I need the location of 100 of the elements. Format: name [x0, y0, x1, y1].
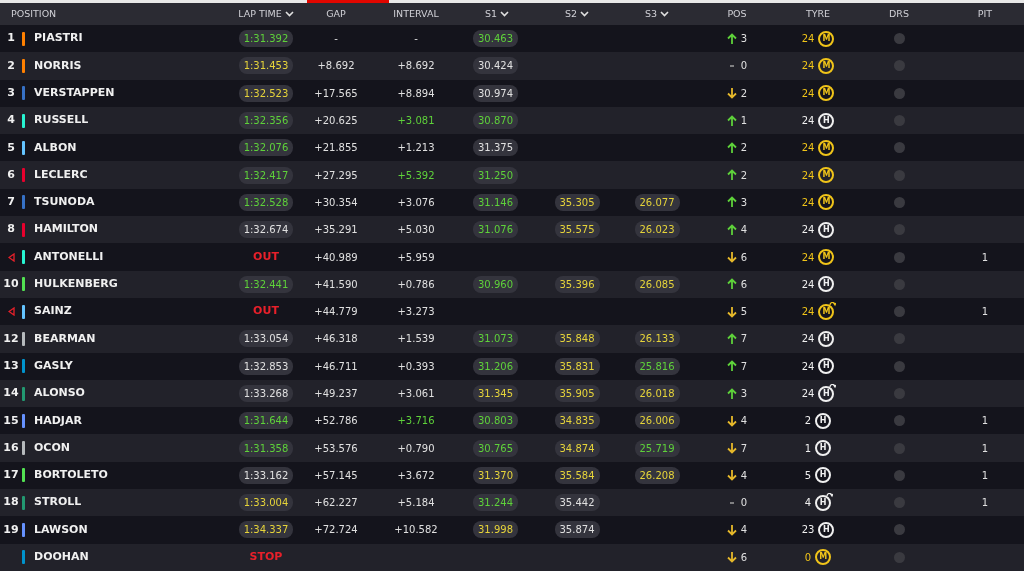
time-pill: 26.023 — [634, 221, 680, 239]
time-pill: 26.133 — [634, 330, 680, 348]
drs-indicator — [893, 524, 905, 536]
time-pill: 35.442 — [554, 494, 600, 512]
driver-name: BEARMAN — [34, 330, 96, 347]
sort-header[interactable]: LAP TIME — [238, 6, 294, 22]
tyre-age: 24 — [801, 332, 815, 347]
lap-time-pill: 1:32.853 — [238, 357, 294, 375]
driver-name: HADJAR — [34, 412, 82, 429]
position-change: 4 — [740, 468, 748, 483]
time-pill: 26.208 — [634, 466, 680, 484]
lap-time-pill: 1:31.358 — [238, 439, 294, 457]
status-label: OUT — [253, 303, 279, 320]
pit-count: 1 — [981, 305, 989, 320]
position-change: 3 — [740, 387, 748, 401]
lap-time-pill: 1:32.417 — [238, 166, 294, 184]
interval-value: +3.716 — [397, 414, 435, 429]
gap-value: - — [334, 32, 338, 47]
tyre-compound-badge: M — [818, 194, 835, 211]
lap-time-pill: 1:32.356 — [238, 112, 294, 130]
interval-value: +3.273 — [397, 305, 435, 320]
tyre-age: 24 — [801, 277, 815, 292]
time-pill: 35.584 — [554, 466, 600, 484]
time-pill: 31.998 — [473, 521, 518, 539]
position-change: 4 — [740, 223, 748, 238]
column-header: INTERVAL — [393, 6, 439, 21]
position-change: 6 — [740, 250, 748, 265]
driver-name: RUSSELL — [34, 112, 89, 129]
interval-value: - — [414, 32, 418, 47]
gap-value: +8.692 — [317, 59, 355, 74]
driver-name: HULKENBERG — [34, 276, 118, 293]
drs-indicator — [893, 442, 905, 454]
drs-indicator — [893, 497, 905, 509]
drs-indicator — [893, 388, 905, 399]
position-change: 7 — [740, 332, 748, 347]
lap-time-pill: 1:31.644 — [238, 412, 294, 430]
time-pill: 30.424 — [473, 57, 518, 75]
lap-time-pill: 1:32.674 — [238, 221, 294, 239]
lap-time-pill: 1:33.004 — [238, 494, 294, 512]
tyre-compound-badge: M — [818, 167, 835, 184]
gap-value: +35.291 — [314, 223, 358, 238]
lap-time-pill: 1:32.076 — [238, 139, 294, 157]
position-change: 2 — [740, 86, 748, 101]
tyre-age: 24 — [801, 114, 815, 129]
position-number: 19 — [2, 521, 20, 538]
time-pill: 31.206 — [473, 357, 518, 375]
tyre-compound-badge: H — [818, 221, 835, 238]
pit-count: 1 — [981, 441, 989, 456]
position-number: 4 — [6, 112, 16, 129]
tyre-compound-badge: H — [815, 467, 832, 484]
time-pill: 35.848 — [554, 330, 600, 348]
position-number: 16 — [2, 439, 20, 456]
tyre-age: 24 — [801, 305, 815, 320]
tyre-age: 24 — [801, 223, 815, 238]
gap-value: +27.295 — [314, 168, 358, 183]
position-number: 5 — [6, 139, 16, 156]
position-change: 6 — [740, 277, 748, 292]
tyre-age: 24 — [801, 86, 815, 101]
tyre-compound-badge: M — [818, 139, 835, 156]
position-change: 4 — [740, 523, 748, 538]
drs-indicator — [893, 278, 905, 290]
drs-indicator — [893, 169, 905, 181]
lap-time-pill: 1:33.054 — [238, 330, 294, 348]
time-pill: 34.874 — [554, 439, 600, 457]
tyre-age: 24 — [801, 250, 815, 265]
tyre-age: 24 — [801, 59, 815, 74]
time-pill: 26.006 — [634, 412, 680, 430]
sort-header[interactable]: S1 — [484, 6, 510, 22]
time-pill: 31.250 — [473, 166, 518, 184]
interval-value: +0.786 — [397, 277, 435, 292]
time-pill: 26.018 — [634, 385, 680, 402]
lap-time-pill: 1:31.453 — [238, 57, 294, 75]
time-pill: 26.085 — [634, 275, 680, 293]
drs-indicator — [893, 306, 905, 318]
driver-name: LAWSON — [34, 521, 88, 538]
drs-indicator — [893, 333, 905, 345]
time-pill: 31.375 — [473, 139, 518, 157]
sort-header[interactable]: S2 — [564, 6, 590, 22]
gap-value: +41.590 — [314, 277, 358, 292]
interval-value: +1.539 — [397, 332, 435, 347]
position-number: 8 — [6, 221, 16, 238]
sort-header[interactable]: S3 — [644, 6, 670, 22]
tyre-age: 24 — [801, 387, 815, 401]
gap-value: +57.145 — [314, 468, 358, 483]
column-header: DRS — [889, 6, 909, 21]
position-number: 14 — [2, 385, 20, 402]
tyre-age: 2 — [804, 414, 812, 429]
interval-value: +5.184 — [397, 496, 435, 511]
time-pill: 35.831 — [554, 357, 600, 375]
driver-name: PIASTRI — [34, 30, 83, 47]
column-header: POSITION — [11, 6, 57, 21]
time-pill: 30.870 — [473, 112, 518, 130]
drs-indicator — [893, 196, 905, 208]
drs-indicator — [893, 251, 905, 263]
interval-value: +8.894 — [397, 86, 435, 101]
driver-name: ALBON — [34, 139, 77, 156]
position-change: 4 — [740, 414, 748, 429]
gap-value: +52.786 — [314, 414, 358, 429]
position-change: 2 — [740, 141, 748, 156]
lap-time-pill: 1:31.392 — [238, 30, 294, 48]
